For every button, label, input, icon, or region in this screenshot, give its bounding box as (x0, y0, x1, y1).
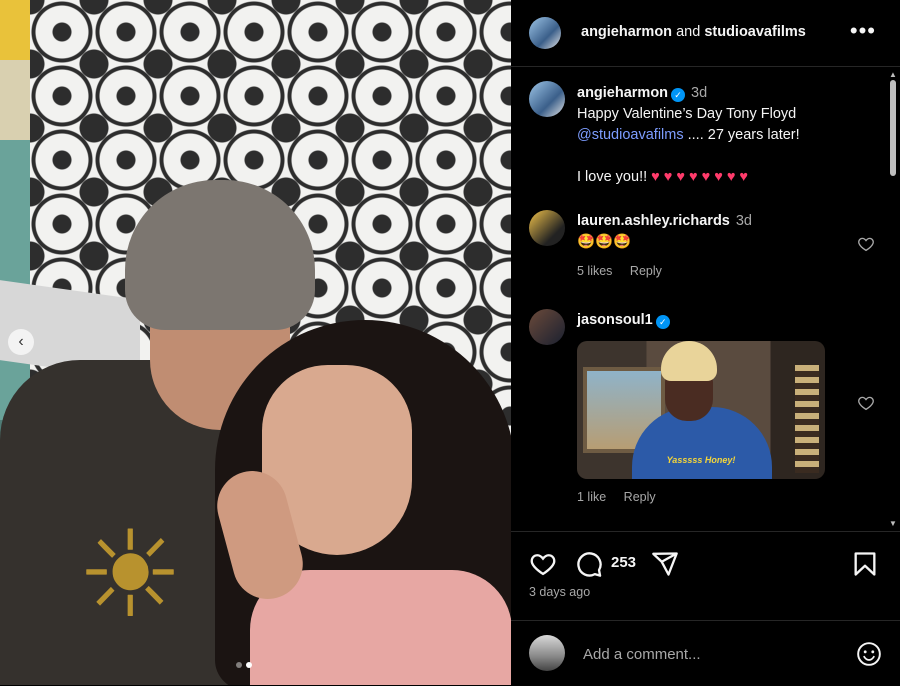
photo-zia-symbol: ☀ (76, 508, 184, 642)
comment-text: 🤩🤩🤩 (577, 234, 632, 250)
comment-username[interactable]: lauren.ashley.richards (577, 213, 730, 229)
avatar (529, 635, 565, 671)
caption-line-3: I love you!! (577, 169, 648, 185)
avatar[interactable] (529, 210, 565, 246)
scroll-down-icon[interactable]: ▼ (889, 519, 897, 528)
heart-icon[interactable] (857, 235, 875, 253)
add-comment-bar (511, 620, 900, 686)
comment-likes[interactable]: 1 like (577, 490, 606, 504)
caption-line-2: .... 27 years later! (683, 127, 800, 143)
post-modal: ☀ ‹ angieharmon and studioavafilms ••• a… (0, 0, 900, 685)
comment-username[interactable]: jasonsoul1 (577, 312, 653, 328)
add-comment-input[interactable] (581, 641, 835, 667)
post-side-panel: angieharmon and studioavafilms ••• angie… (511, 0, 900, 685)
caption-mention-link[interactable]: @studioavafilms (577, 127, 684, 143)
heart-icon[interactable] (857, 394, 875, 412)
comment-time[interactable]: 3d (736, 213, 752, 229)
author-username[interactable]: angieharmon (581, 24, 672, 40)
comments-scrollbar[interactable]: ▲ ▼ (888, 67, 897, 530)
scroll-up-icon[interactable]: ▲ (889, 70, 897, 79)
caption-username[interactable]: angieharmon (577, 85, 668, 101)
comment-gif[interactable]: Yasssss Honey! (577, 341, 825, 479)
scrollbar-thumb[interactable] (890, 80, 896, 176)
and-text: and (676, 24, 701, 40)
emoji-icon[interactable] (856, 641, 882, 667)
collaborator-username[interactable]: studioavafilms (704, 24, 806, 40)
reply-button[interactable]: Reply (624, 490, 656, 504)
comment-icon[interactable] (575, 550, 603, 578)
more-icon[interactable]: ••• (850, 18, 876, 44)
avatar[interactable] (529, 17, 561, 49)
bookmark-icon[interactable] (851, 550, 879, 578)
avatar[interactable] (529, 309, 565, 345)
carousel-dots (236, 662, 252, 668)
comment-likes[interactable]: 5 likes (577, 264, 612, 278)
post-actions: 253 3 days ago (511, 531, 900, 612)
gif-person-hair (661, 341, 717, 381)
posted-time[interactable]: 3 days ago (529, 585, 590, 599)
carousel-dot-active (246, 662, 252, 668)
comments-list[interactable]: angieharmon ✓ 3d Happy Valentine’s Day Ton… (511, 67, 900, 530)
post-authors: angieharmon and studioavafilms (581, 24, 806, 40)
verified-icon: ✓ (671, 88, 686, 102)
share-icon[interactable] (651, 550, 679, 578)
caption-time[interactable]: 3d (691, 85, 707, 101)
carousel-dot (236, 662, 242, 668)
carousel-prev-button[interactable]: ‹ (8, 329, 34, 355)
post-header: angieharmon and studioavafilms ••• (511, 0, 900, 67)
reply-button[interactable]: Reply (630, 264, 662, 278)
verified-icon: ✓ (655, 315, 670, 329)
comment-count[interactable]: 253 (611, 554, 636, 571)
caption-line-1: Happy Valentine’s Day Tony Floyd (577, 106, 797, 122)
avatar[interactable] (529, 81, 565, 117)
post-photo: ☀ ‹ (0, 0, 511, 685)
caption-hearts: ♥♥♥♥♥♥♥♥ (651, 169, 753, 185)
gif-caption: Yasssss Honey! (666, 455, 736, 465)
heart-icon[interactable] (529, 550, 557, 578)
